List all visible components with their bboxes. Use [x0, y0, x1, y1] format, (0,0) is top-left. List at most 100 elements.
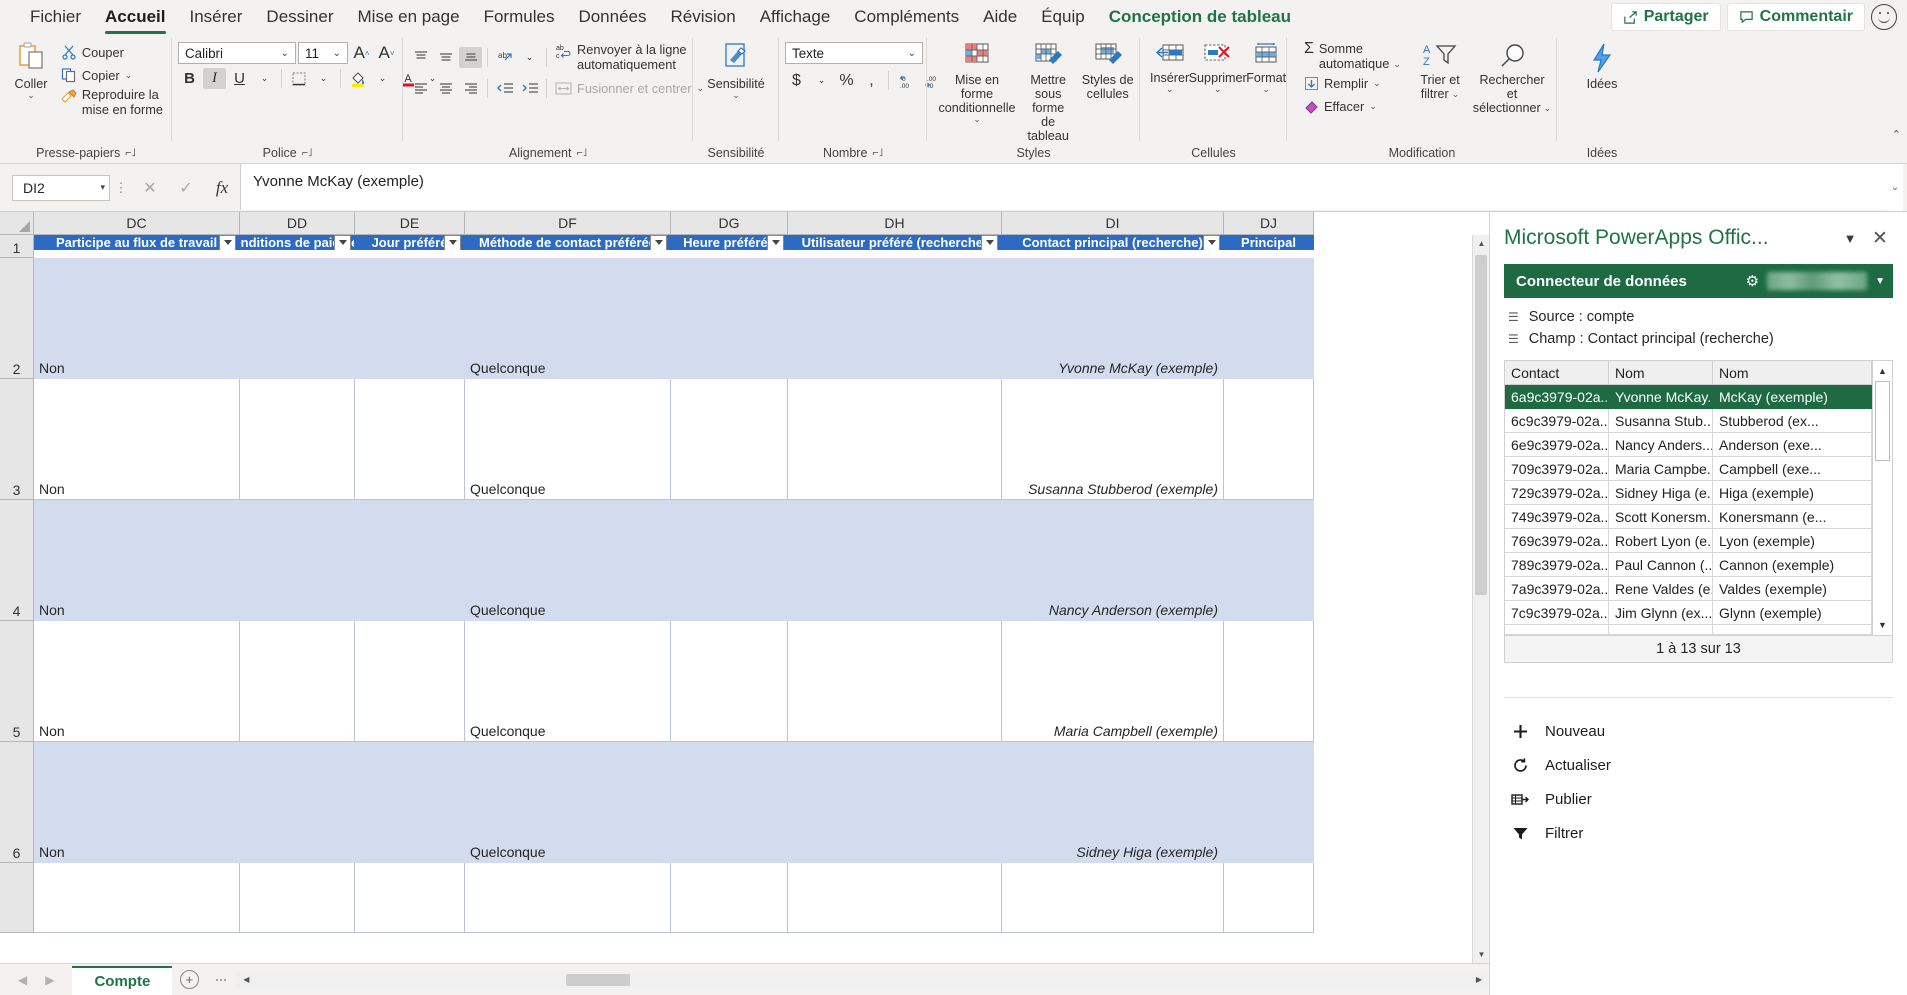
row-header-3[interactable]: 3 — [0, 379, 34, 500]
lookup-col-header-nom2[interactable]: Nom — [1713, 361, 1872, 385]
cell-dg4[interactable] — [671, 500, 788, 621]
table-row[interactable]: Non Quelconque Nancy Anderson (exemple) — [34, 500, 1314, 621]
cell-dg3[interactable] — [671, 379, 788, 500]
lookup-cell-nom1[interactable]: Yvonne McKay... — [1609, 385, 1713, 409]
percent-format-button[interactable]: % — [835, 70, 858, 91]
cell-di6[interactable]: Sidney Higa (exemple) — [1002, 742, 1224, 863]
next-sheet-icon[interactable]: ▶ — [45, 973, 54, 987]
horizontal-scrollbar[interactable] — [256, 972, 1469, 988]
lookup-cell-nom1[interactable]: Rene Valdes (e... — [1609, 577, 1713, 601]
lookup-cell-nom1[interactable]: Maria Campbe... — [1609, 457, 1713, 481]
task-pane-options-chevron-down-icon[interactable]: ▼ — [1835, 223, 1865, 253]
ribbon-tab-revision[interactable]: Révision — [659, 3, 748, 32]
lookup-cell-nom2[interactable]: Cannon (exemple) — [1713, 553, 1872, 577]
alignment-dialog-launcher-icon[interactable]: ⌐˩ — [576, 143, 587, 163]
cell-dh2[interactable] — [788, 258, 1002, 379]
table-header-conditions[interactable]: Conditions de paiement — [240, 235, 355, 250]
table-row[interactable]: Non Quelconque Sidney Higa (exemple) — [34, 742, 1314, 863]
cell-dh7[interactable] — [788, 863, 1002, 933]
cell-dc5[interactable]: Non — [34, 621, 240, 742]
table-header-heure[interactable]: Heure préférée — [671, 235, 788, 250]
ribbon-tab-conception-de-tableau[interactable]: Conception de tableau — [1097, 3, 1303, 32]
column-header-di[interactable]: DI — [1002, 212, 1224, 235]
grid-scroll-down-arrow-icon[interactable]: ▼ — [1873, 615, 1892, 635]
bold-button[interactable]: B — [178, 68, 201, 89]
fill-chevron-down-icon[interactable]: ⌄ — [1373, 79, 1381, 87]
filter-dropdown-icon[interactable] — [981, 235, 998, 250]
delete-cells-button[interactable]: Supprimer ⌄ — [1191, 39, 1244, 93]
filter-dropdown-icon[interactable] — [334, 235, 351, 250]
cell-dj5[interactable] — [1224, 621, 1314, 742]
cell-dd6[interactable] — [240, 742, 355, 863]
cell-df2[interactable]: Quelconque — [465, 258, 671, 379]
lookup-cell-nom1[interactable]: Paul Cannon (... — [1609, 553, 1713, 577]
thousands-separator-button[interactable]: , — [860, 70, 883, 91]
lookup-cell-contact[interactable]: 769c3979-02a... — [1505, 529, 1609, 553]
lookup-cell-nom2[interactable]: Konersmann (e... — [1713, 505, 1872, 529]
column-header-dh[interactable]: DH — [788, 212, 1002, 235]
list-item[interactable]: 769c3979-02a... Robert Lyon (e... Lyon (… — [1505, 529, 1872, 553]
find-select-chevron-down-icon[interactable]: ⌄ — [1544, 104, 1552, 112]
lookup-cell-nom2[interactable]: Anderson (exe... — [1713, 433, 1872, 457]
insert-chevron-down-icon[interactable]: ⌄ — [1166, 85, 1174, 93]
cell-dj7[interactable] — [1224, 863, 1314, 933]
merge-center-button[interactable]: Fusionner et centrer ⌄ — [552, 77, 707, 99]
cell-dd3[interactable] — [240, 379, 355, 500]
wrap-text-button[interactable]: abc Renvoyer à la ligne automatiquement — [552, 42, 690, 72]
share-button[interactable]: Partager — [1611, 3, 1721, 31]
scroll-up-arrow-icon[interactable]: ▲ — [1473, 235, 1489, 252]
lookup-cell-contact[interactable]: 6e9c3979-02a... — [1505, 433, 1609, 457]
lookup-cell-nom2[interactable]: Campbell (exe... — [1713, 457, 1872, 481]
ribbon-tab-inserer[interactable]: Insérer — [178, 3, 255, 32]
number-format-combo[interactable]: Texte ⌄ — [785, 42, 923, 64]
filter-dropdown-icon[interactable] — [767, 235, 784, 250]
lookup-grid-vertical-scrollbar[interactable]: ▲ ▼ — [1872, 361, 1892, 635]
table-header-methode[interactable]: Méthode de contact préférée — [465, 235, 671, 250]
action-nouveau[interactable]: Nouveau — [1504, 714, 1893, 748]
chevron-down-icon[interactable]: ⌄ — [277, 48, 293, 59]
worksheet-vertical-scrollbar[interactable]: ▲ ▼ — [1472, 235, 1489, 963]
cell-dc3[interactable]: Non — [34, 379, 240, 500]
table-header-contact-principal[interactable]: Contact principal (recherche) — [1002, 235, 1224, 250]
lookup-cell-nom2[interactable]: Glynn (exemple) — [1713, 601, 1872, 625]
column-header-dg[interactable]: DG — [671, 212, 788, 235]
orientation-chevron-down-icon[interactable]: ⌄ — [518, 47, 541, 68]
cell-dg2[interactable] — [671, 258, 788, 379]
borders-chevron-down-icon[interactable]: ⌄ — [312, 68, 335, 89]
format-cells-button[interactable]: Format ⌄ — [1246, 39, 1286, 93]
lookup-cell-contact[interactable]: 6a9c3979-02a... — [1505, 385, 1609, 409]
format-as-table-button[interactable]: Mettre sous forme de tableau — [1021, 39, 1075, 143]
cell-dh6[interactable] — [788, 742, 1002, 863]
horizontal-scroll-thumb[interactable] — [566, 974, 630, 986]
ribbon-tab-aide[interactable]: Aide — [971, 3, 1029, 32]
lookup-cell-nom2[interactable]: Valdes (exemple) — [1713, 577, 1872, 601]
font-name-combo[interactable]: Calibri ⌄ — [178, 42, 296, 64]
cell-dc7[interactable] — [34, 863, 240, 933]
cell-dg7[interactable] — [671, 863, 788, 933]
expand-formula-bar-icon[interactable]: ⌄ — [1887, 164, 1903, 211]
lookup-cell-contact[interactable]: 729c3979-02a... — [1505, 481, 1609, 505]
ribbon-collapse-chevron-icon[interactable]: ⌃ — [1892, 128, 1901, 141]
sensitivity-chevron-down-icon[interactable]: ⌄ — [732, 91, 740, 99]
fill-color-chevron-down-icon[interactable]: ⌄ — [371, 68, 394, 89]
find-select-button[interactable]: Rechercher et sélectionner ⌄ — [1473, 39, 1551, 115]
grid-scroll-thumb[interactable] — [1875, 381, 1890, 461]
previous-sheet-icon[interactable]: ◀ — [18, 973, 27, 987]
ribbon-tab-affichage[interactable]: Affichage — [748, 3, 843, 32]
cell-df5[interactable]: Quelconque — [465, 621, 671, 742]
lookup-cell-contact[interactable]: 7c9c3979-02a... — [1505, 601, 1609, 625]
scroll-right-arrow-icon[interactable]: ▶ — [1469, 972, 1489, 988]
borders-button[interactable] — [287, 68, 310, 89]
comments-button[interactable]: Commentair — [1727, 3, 1865, 31]
cell-di5[interactable]: Maria Campbell (exemple) — [1002, 621, 1224, 742]
column-header-df[interactable]: DF — [465, 212, 671, 235]
row-header-2[interactable]: 2 — [0, 258, 34, 379]
insert-function-icon[interactable]: fx — [204, 175, 240, 201]
cell-dh3[interactable] — [788, 379, 1002, 500]
cell-de7[interactable] — [355, 863, 465, 933]
ribbon-tab-dessiner[interactable]: Dessiner — [254, 3, 345, 32]
sensitivity-button[interactable]: Sensibilité ⌄ — [699, 39, 773, 99]
copy-chevron-down-icon[interactable]: ⌄ — [125, 71, 133, 79]
list-item[interactable]: 729c3979-02a... Sidney Higa (e... Higa (… — [1505, 481, 1872, 505]
fill-color-button[interactable] — [346, 68, 369, 89]
